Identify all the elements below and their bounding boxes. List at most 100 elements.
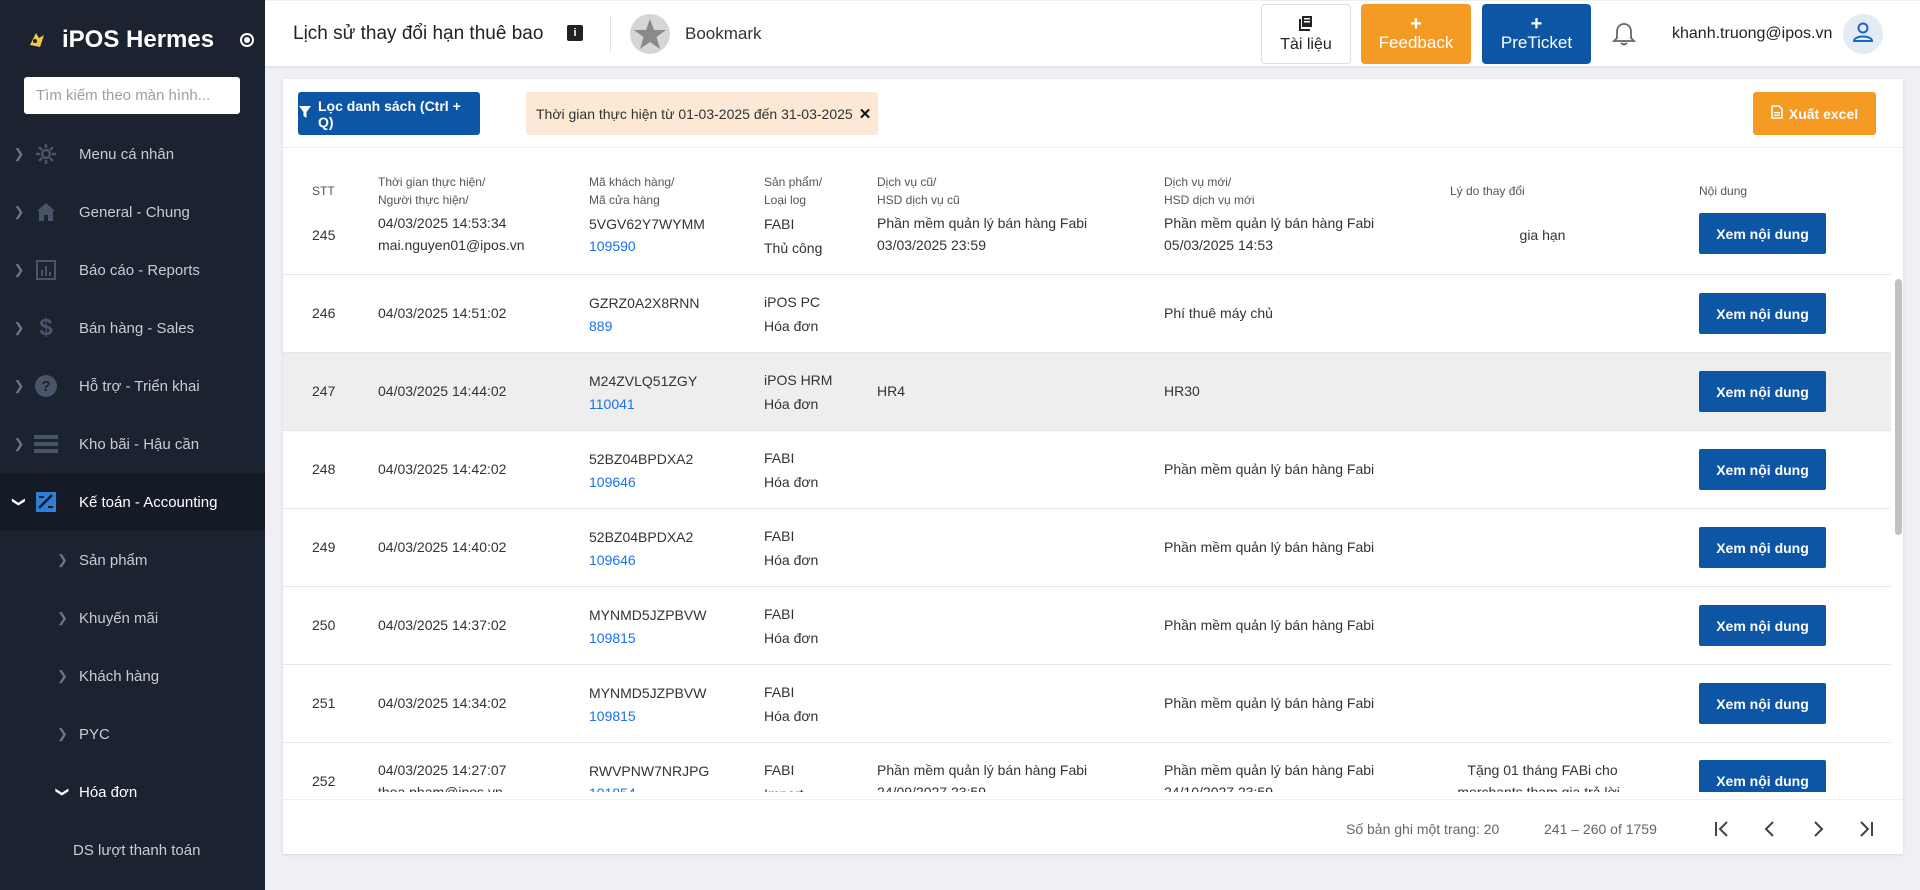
sidebar-item-label: Hỗ trợ - Triển khai bbox=[79, 377, 200, 395]
bell-icon[interactable] bbox=[1611, 21, 1637, 47]
sidebar-subitem-khach-hang[interactable]: ❯ Khách hàng bbox=[0, 647, 265, 705]
preticket-button[interactable]: + PreTicket bbox=[1482, 4, 1591, 64]
sidebar-item-general[interactable]: ❯ General - Chung bbox=[0, 183, 265, 241]
col-header-customer: Mã khách hàng/ bbox=[589, 175, 675, 189]
sidebar-subitem-ds-luot-thanh-toan[interactable]: DS lượt thanh toán bbox=[0, 821, 265, 879]
sidebar-item-warehouse[interactable]: ❯ Kho bãi - Hậu cần bbox=[0, 415, 265, 473]
per-page-label[interactable]: Số bản ghi một trang: 20 bbox=[1346, 821, 1499, 837]
filter-icon bbox=[298, 105, 312, 122]
cell-user: mai.nguyen01@ipos.vn bbox=[378, 237, 525, 253]
cell-store-link[interactable]: 110041 bbox=[589, 393, 635, 416]
cell-store-link[interactable]: 101854 bbox=[589, 782, 636, 792]
cell-time: 04/03/2025 14:27:07 bbox=[378, 762, 507, 778]
table-row[interactable]: 245 04/03/2025 14:53:34 mai.nguyen01@ipo… bbox=[283, 207, 1891, 275]
docs-icon bbox=[1298, 15, 1314, 36]
gear-icon bbox=[33, 141, 59, 167]
first-page-icon[interactable] bbox=[1705, 812, 1739, 846]
bookmark-label[interactable]: Bookmark bbox=[685, 24, 762, 44]
warehouse-icon bbox=[33, 431, 59, 457]
header-divider bbox=[610, 15, 611, 53]
filter-chip: Thời gian thực hiện từ 01-03-2025 đến 31… bbox=[526, 92, 878, 135]
view-content-button[interactable]: Xem nội dung bbox=[1699, 683, 1826, 724]
export-excel-button[interactable]: Xuất excel bbox=[1753, 92, 1876, 135]
cell-reason: Tặng 01 tháng FABi cho bbox=[1467, 762, 1618, 778]
user-email[interactable]: khanh.truong@ipos.vn bbox=[1672, 25, 1832, 43]
cell-log-type: Import bbox=[764, 783, 804, 792]
cell-log-type: Hóa đơn bbox=[764, 474, 819, 490]
sidebar-subitem-khuyen-mai[interactable]: ❯ Khuyến mãi bbox=[0, 589, 265, 647]
brand[interactable]: iPOS Hermes bbox=[0, 0, 265, 80]
cell-customer: RWVPNW7NRJPG bbox=[589, 763, 710, 779]
star-icon[interactable] bbox=[629, 13, 671, 55]
cell-store-link[interactable]: 109646 bbox=[589, 471, 636, 494]
table-row[interactable]: 249 04/03/2025 14:40:02 52BZ04BPDXA2 109… bbox=[283, 509, 1891, 587]
hermes-logo-icon bbox=[26, 29, 48, 51]
cell-store-link[interactable]: 109646 bbox=[589, 549, 636, 572]
top-header: Lịch sử thay đổi hạn thuê bao i Bookmark… bbox=[265, 0, 1920, 66]
cell-product: FABI bbox=[764, 450, 795, 466]
sidebar-item-sales[interactable]: ❯ $ Bán hàng - Sales bbox=[0, 299, 265, 357]
docs-button[interactable]: Tài liệu bbox=[1261, 4, 1351, 64]
chevron-right-icon: ❯ bbox=[13, 436, 25, 451]
pagination: Số bản ghi một trang: 20 241 – 260 of 17… bbox=[283, 799, 1903, 854]
cell-old-service: HR4 bbox=[877, 383, 906, 399]
radio-toggle-icon[interactable] bbox=[240, 33, 255, 47]
table-row[interactable]: 252 04/03/2025 14:27:07 thoa.pham@ipos.v… bbox=[283, 743, 1891, 792]
report-chart-icon bbox=[33, 257, 59, 283]
home-icon bbox=[33, 199, 59, 225]
cell-store-link[interactable]: 109590 bbox=[589, 235, 636, 258]
chevron-right-icon: ❯ bbox=[13, 320, 25, 335]
cell-customer: 52BZ04BPDXA2 bbox=[589, 529, 694, 545]
view-content-button[interactable]: Xem nội dung bbox=[1699, 213, 1826, 254]
sidebar-subitem-san-pham[interactable]: ❯ Sản phẩm bbox=[0, 531, 265, 589]
table-row[interactable]: 247 04/03/2025 14:44:02 M24ZVLQ51ZGY 110… bbox=[283, 353, 1891, 431]
close-icon[interactable]: ✕ bbox=[859, 105, 872, 123]
view-content-button[interactable]: Xem nội dung bbox=[1699, 371, 1826, 412]
table-scrollbar[interactable] bbox=[1893, 217, 1903, 792]
info-icon[interactable]: i bbox=[567, 25, 583, 41]
chevron-down-icon: ❯ bbox=[12, 496, 27, 508]
sidebar-subitem-hoa-don[interactable]: ❯ Hóa đơn bbox=[0, 763, 265, 821]
cell-old-exp: 03/03/2025 23:59 bbox=[877, 237, 986, 253]
cell-store-link[interactable]: 109815 bbox=[589, 705, 636, 728]
cell-user: thoa.pham@ipos.vn bbox=[378, 784, 503, 792]
last-page-icon[interactable] bbox=[1849, 812, 1883, 846]
view-content-button[interactable]: Xem nội dung bbox=[1699, 293, 1826, 334]
cell-product: FABI bbox=[764, 684, 795, 700]
cell-reason: gia hạn bbox=[1519, 227, 1566, 243]
col-header-time: Thời gian thực hiện/ bbox=[378, 175, 486, 189]
avatar[interactable] bbox=[1843, 14, 1883, 54]
view-content-button[interactable]: Xem nội dung bbox=[1699, 605, 1826, 646]
view-content-button[interactable]: Xem nội dung bbox=[1699, 527, 1826, 568]
sidebar-subitem-pyc[interactable]: ❯ PYC bbox=[0, 705, 265, 763]
sidebar-item-menu-ca-nhan[interactable]: ❯ Menu cá nhân bbox=[0, 125, 265, 183]
prev-page-icon[interactable] bbox=[1753, 812, 1787, 846]
table-row[interactable]: 246 04/03/2025 14:51:02 GZRZ0A2X8RNN 889… bbox=[283, 275, 1891, 353]
cell-customer: 52BZ04BPDXA2 bbox=[589, 451, 694, 467]
cell-store-link[interactable]: 889 bbox=[589, 315, 612, 338]
view-content-button[interactable]: Xem nội dung bbox=[1699, 760, 1826, 792]
scrollbar-thumb[interactable] bbox=[1895, 279, 1902, 535]
sidebar-subitem-label: Sản phẩm bbox=[79, 551, 148, 569]
table-row[interactable]: 251 04/03/2025 14:34:02 MYNMD5JZPBVW 109… bbox=[283, 665, 1891, 743]
cell-product: FABI bbox=[764, 762, 795, 778]
next-page-icon[interactable] bbox=[1801, 812, 1835, 846]
cell-new-service: Phần mềm quản lý bán hàng Fabi bbox=[1164, 539, 1375, 555]
plus-icon: + bbox=[1530, 13, 1543, 35]
cell-new-exp: 05/03/2025 14:53 bbox=[1164, 237, 1273, 253]
cell-product: FABI bbox=[764, 216, 795, 232]
sidebar-subitem-label: Hóa đơn bbox=[79, 783, 138, 801]
sidebar-item-reports[interactable]: ❯ Báo cáo - Reports bbox=[0, 241, 265, 299]
sidebar-item-support[interactable]: ❯ ? Hỗ trợ - Triển khai bbox=[0, 357, 265, 415]
cell-old-service: Phần mềm quản lý bán hàng Fabi bbox=[877, 215, 1088, 231]
main-card: Lọc danh sách (Ctrl + Q) Thời gian thực … bbox=[283, 79, 1903, 854]
view-content-button[interactable]: Xem nội dung bbox=[1699, 449, 1826, 490]
sidebar-item-label: Báo cáo - Reports bbox=[79, 261, 200, 279]
cell-store-link[interactable]: 109815 bbox=[589, 627, 636, 650]
table-row[interactable]: 248 04/03/2025 14:42:02 52BZ04BPDXA2 109… bbox=[283, 431, 1891, 509]
feedback-button[interactable]: + Feedback bbox=[1361, 4, 1471, 64]
table-row[interactable]: 250 04/03/2025 14:37:02 MYNMD5JZPBVW 109… bbox=[283, 587, 1891, 665]
sidebar-search-input[interactable] bbox=[24, 77, 240, 114]
filter-list-button[interactable]: Lọc danh sách (Ctrl + Q) bbox=[298, 92, 480, 135]
sidebar-item-accounting[interactable]: ❯ Kế toán - Accounting bbox=[0, 473, 265, 531]
